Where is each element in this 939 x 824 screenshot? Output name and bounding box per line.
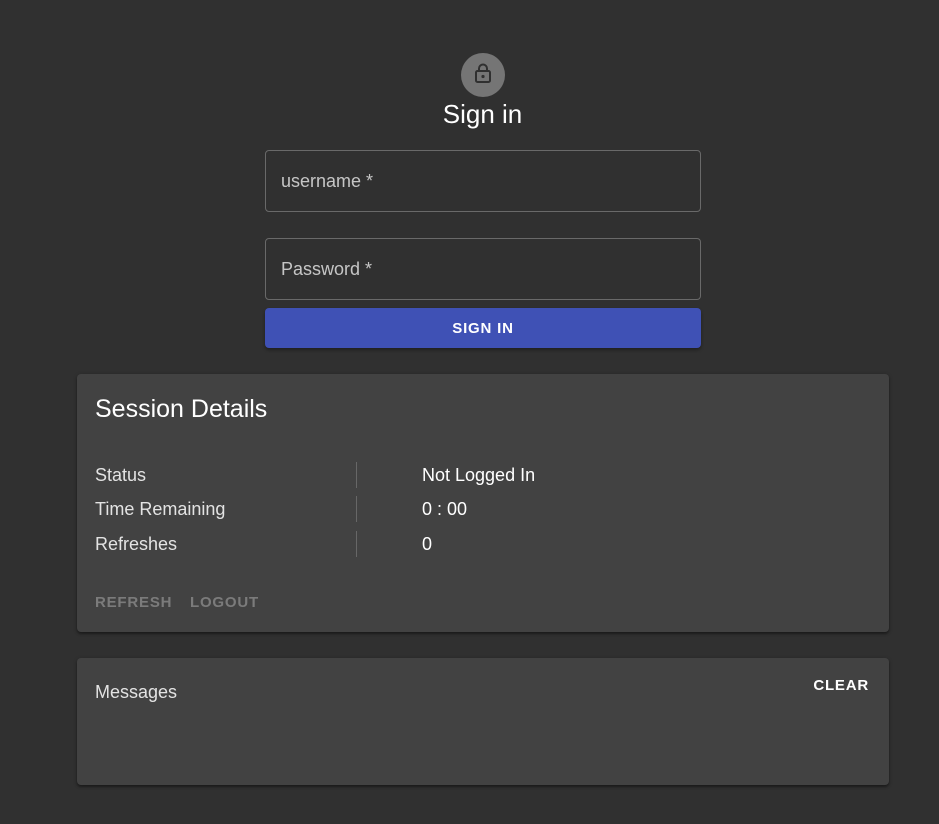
divider xyxy=(356,462,357,488)
lock-icon xyxy=(473,62,493,89)
time-remaining-label: Time Remaining xyxy=(95,499,226,519)
clear-button[interactable]: CLEAR xyxy=(813,677,869,694)
refresh-button[interactable]: REFRESH xyxy=(95,594,172,611)
divider xyxy=(356,531,357,557)
detail-row-status: Status Not Logged In xyxy=(77,462,889,488)
logout-button[interactable]: LOGOUT xyxy=(190,594,259,611)
session-details-title: Session Details xyxy=(95,395,268,423)
sign-in-button[interactable]: SIGN IN xyxy=(265,308,701,348)
avatar xyxy=(461,53,505,97)
page-title: Sign in xyxy=(442,99,523,129)
messages-card: Messages CLEAR xyxy=(77,658,889,785)
refreshes-value: 0 xyxy=(422,534,433,554)
detail-row-refreshes: Refreshes 0 xyxy=(77,531,889,557)
login-page: Sign in username * Password * SIGN IN Se… xyxy=(0,0,939,824)
time-remaining-value: 0 : 00 xyxy=(422,499,468,519)
divider xyxy=(356,496,357,522)
password-input[interactable] xyxy=(266,239,700,299)
username-field[interactable]: username * xyxy=(265,150,701,212)
session-details-card: Session Details Status Not Logged In Tim… xyxy=(77,374,889,632)
status-value: Not Logged In xyxy=(422,465,536,485)
messages-title: Messages xyxy=(95,682,178,702)
password-field[interactable]: Password * xyxy=(265,238,701,300)
username-input[interactable] xyxy=(266,151,700,211)
status-label: Status xyxy=(95,465,147,485)
detail-row-time-remaining: Time Remaining 0 : 00 xyxy=(77,496,889,522)
refreshes-label: Refreshes xyxy=(95,534,178,554)
